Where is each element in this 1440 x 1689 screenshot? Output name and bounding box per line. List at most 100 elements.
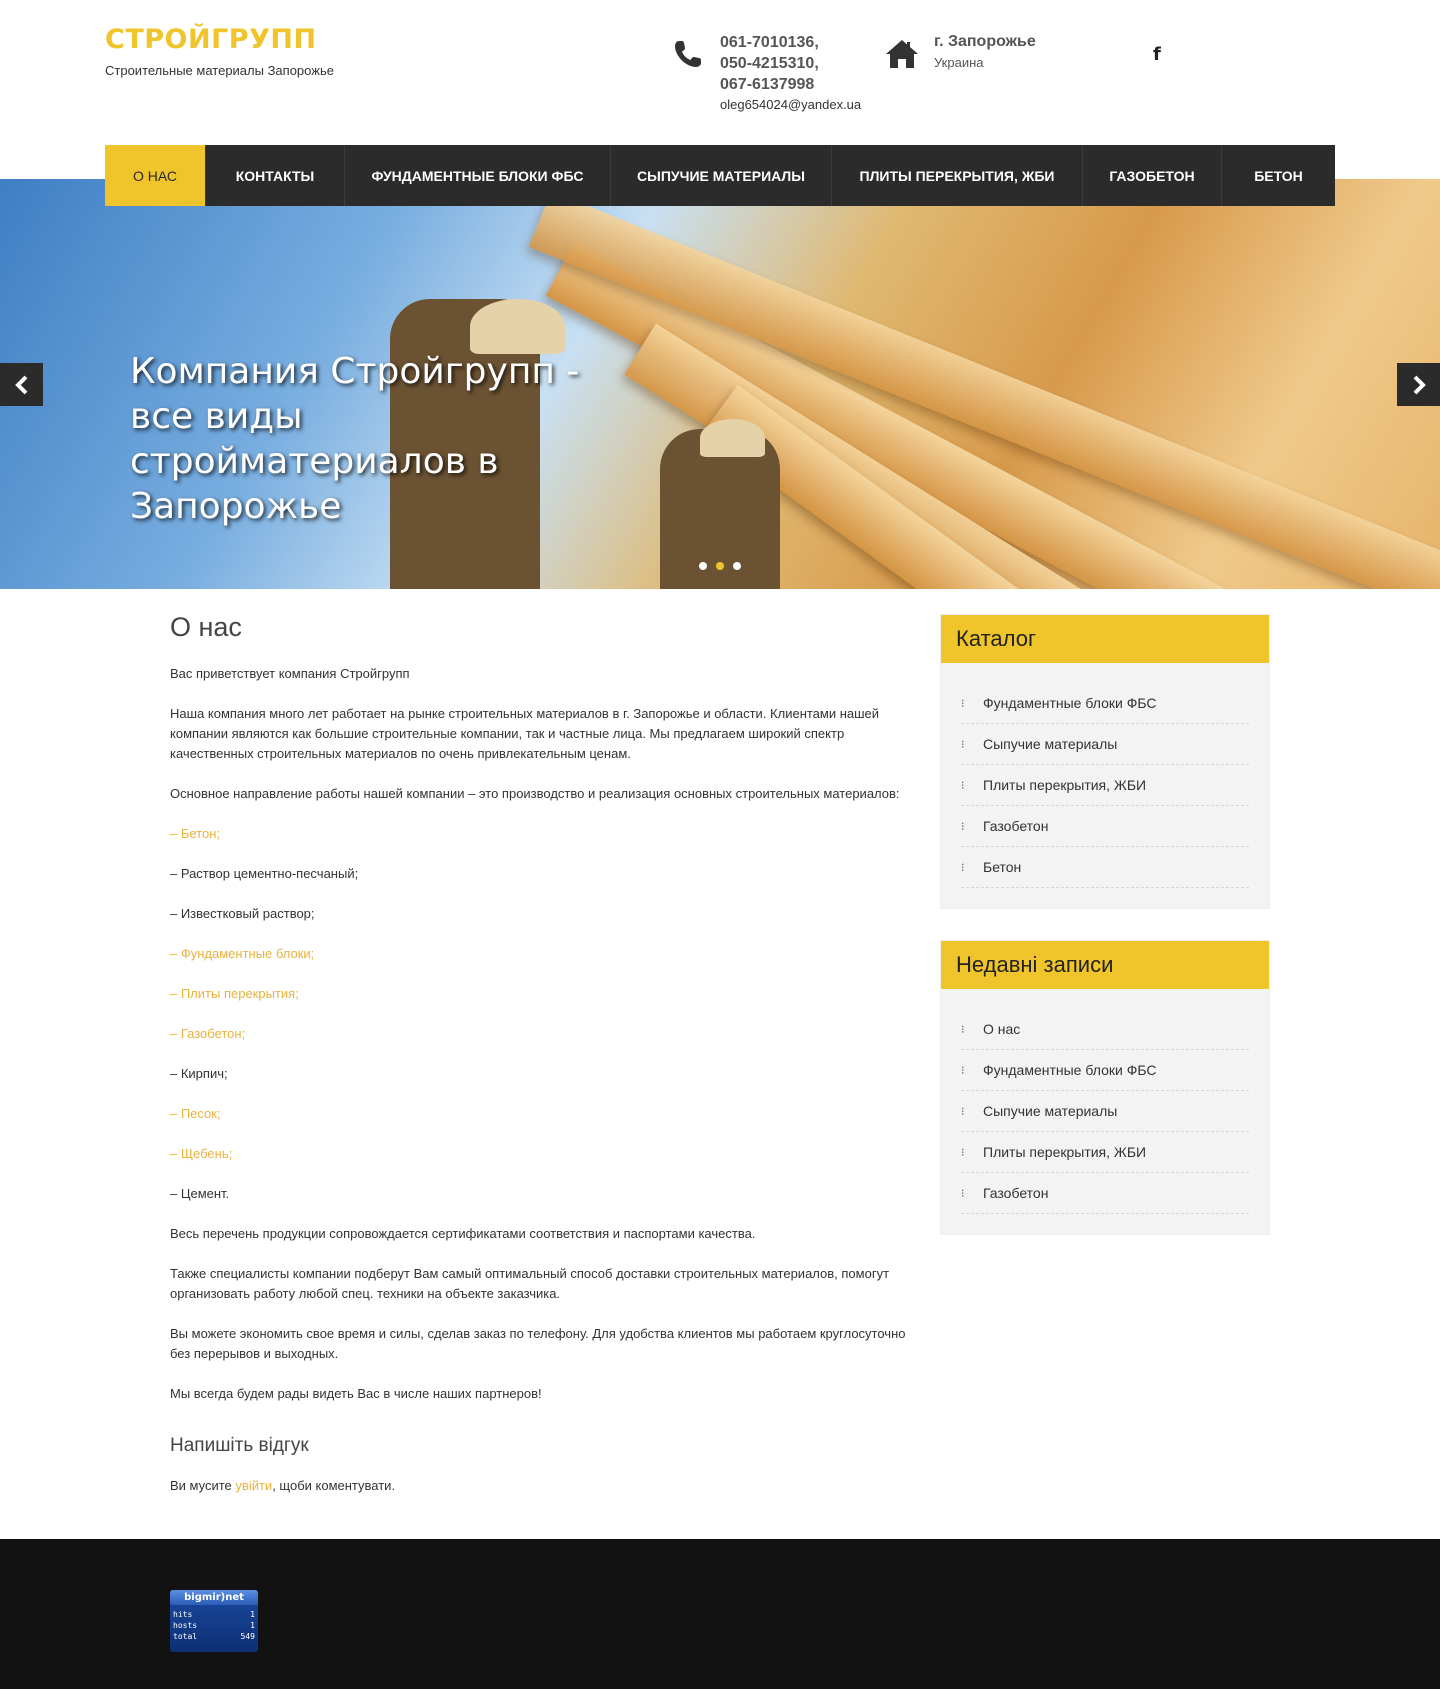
material-item: – Цемент. xyxy=(170,1186,230,1201)
counter-label: hits xyxy=(173,1610,193,1619)
facebook-icon[interactable]: f xyxy=(1153,44,1161,65)
paragraph: Также специалисты компании подберут Вам … xyxy=(170,1266,890,1301)
catalog-item[interactable]: ⁝ Сыпучие материалы xyxy=(961,724,1249,765)
material-link-foundation-blocks[interactable]: – Фундаментные блоки; xyxy=(170,944,910,964)
material-link-sand[interactable]: – Песок; xyxy=(170,1104,910,1124)
chevron-left-icon xyxy=(14,375,27,394)
widget-title: Недавні записи xyxy=(941,941,1269,989)
reply-text-after: , щоби коментувати. xyxy=(272,1478,396,1493)
paragraph: Основное направление работы нашей компан… xyxy=(170,786,900,801)
phone-number[interactable]: 067-6137998 xyxy=(720,74,819,95)
recent-post-label: Сыпучие материалы xyxy=(983,1103,1118,1119)
login-link[interactable]: увійти xyxy=(235,1478,272,1493)
catalog-item[interactable]: ⁝ Бетон xyxy=(961,847,1249,888)
hero-caption: Компания Стройгрупп - все виды строймате… xyxy=(130,351,580,527)
recent-post-label: О нас xyxy=(983,1021,1021,1037)
catalog-item[interactable]: ⁝ Газобетон xyxy=(961,806,1249,847)
catalog-item[interactable]: ⁝ Фундаментные блоки ФБС xyxy=(961,683,1249,724)
recent-post-item[interactable]: ⁝ Газобетон xyxy=(961,1173,1249,1214)
slider-dot-active[interactable] xyxy=(716,562,724,570)
main-nav: О НАС КОНТАКТЫ ФУНДАМЕНТНЫЕ БЛОКИ ФБС СЫ… xyxy=(105,145,1335,206)
paragraph: Весь перечень продукции сопровождается с… xyxy=(170,1226,756,1241)
hero-image-helmet xyxy=(470,299,565,354)
paragraph: Вы можете экономить свое время и силы, с… xyxy=(170,1326,906,1361)
chevron-right-icon: ⁝ xyxy=(961,861,965,874)
counter-label: total xyxy=(173,1632,198,1641)
city: г. Запорожье xyxy=(934,33,1036,50)
reply-text-before: Ви мусите xyxy=(170,1478,236,1493)
recent-post-item[interactable]: ⁝ О нас xyxy=(961,1009,1249,1050)
catalog-list: ⁝ Фундаментные блоки ФБС ⁝ Сыпучие материа… xyxy=(941,663,1269,908)
phone-number[interactable]: 061-7010136, xyxy=(720,32,819,53)
catalog-item-label: Бетон xyxy=(983,859,1022,875)
counter-brand: bigmir)net xyxy=(170,1590,258,1605)
bigmir-counter[interactable]: bigmir)net hits 1 hosts 1 total 549 xyxy=(170,1590,258,1652)
phone-icon xyxy=(675,41,701,67)
chevron-right-icon: ⁝ xyxy=(961,1023,965,1036)
phone-numbers: 061-7010136, 050-4215310, 067-6137998 xyxy=(720,32,819,95)
hero-image-helmet xyxy=(700,419,765,457)
material-link-concrete[interactable]: – Бетон; xyxy=(170,824,910,844)
widget-title: Каталог xyxy=(941,615,1269,663)
slider-dots xyxy=(699,562,741,570)
nav-item-bulk-materials[interactable]: СЫПУЧИЕ МАТЕРИАЛЫ xyxy=(611,145,832,206)
recent-post-label: Газобетон xyxy=(983,1185,1049,1201)
material-item: – Раствор цементно-песчаный; xyxy=(170,866,359,881)
catalog-widget: Каталог ⁝ Фундаментные блоки ФБС ⁝ Сыпучие… xyxy=(940,614,1270,909)
paragraph: Мы всегда будем рады видеть Вас в числе … xyxy=(170,1386,542,1401)
catalog-item-label: Фундаментные блоки ФБС xyxy=(983,695,1157,711)
material-link-aerated-concrete[interactable]: – Газобетон; xyxy=(170,1024,910,1044)
reply-title: Напишіть відгук xyxy=(170,1435,309,1456)
nav-item-concrete[interactable]: БЕТОН xyxy=(1222,145,1335,206)
material-link-floor-slabs[interactable]: – Плиты перекрытия; xyxy=(170,984,910,1004)
chevron-right-icon xyxy=(1413,375,1426,394)
hero-slider: Компания Стройгрупп - все виды строймате… xyxy=(0,179,1440,589)
slider-prev-button[interactable] xyxy=(0,363,43,406)
country: Украина xyxy=(934,55,984,70)
slider-dot[interactable] xyxy=(733,562,741,570)
recent-post-item[interactable]: ⁝ Фундаментные блоки ФБС xyxy=(961,1050,1249,1091)
material-item: – Кирпич; xyxy=(170,1066,228,1081)
catalog-item[interactable]: ⁝ Плиты перекрытия, ЖБИ xyxy=(961,765,1249,806)
chevron-right-icon: ⁝ xyxy=(961,1064,965,1077)
material-item: – Известковый раствор; xyxy=(170,906,315,921)
recent-post-item[interactable]: ⁝ Плиты перекрытия, ЖБИ xyxy=(961,1132,1249,1173)
chevron-right-icon: ⁝ xyxy=(961,1146,965,1159)
slider-dot[interactable] xyxy=(699,562,707,570)
paragraph: Наша компания много лет работает на рынк… xyxy=(170,706,880,761)
paragraph: Вас приветствует компания Стройгрупп xyxy=(170,666,410,681)
article-content: Вас приветствует компания Стройгрупп Наш… xyxy=(170,664,910,1516)
counter-value: 549 xyxy=(240,1632,255,1641)
catalog-item-label: Плиты перекрытия, ЖБИ xyxy=(983,777,1147,793)
recent-post-label: Плиты перекрытия, ЖБИ xyxy=(983,1144,1147,1160)
reply-login-notice: Ви мусите увійти, щоби коментувати. xyxy=(170,1476,910,1496)
chevron-right-icon: ⁝ xyxy=(961,738,965,751)
email-link[interactable]: oleg654024@yandex.ua xyxy=(720,97,861,112)
counter-value: 1 xyxy=(250,1610,255,1619)
chevron-right-icon: ⁝ xyxy=(961,1187,965,1200)
slider-next-button[interactable] xyxy=(1397,363,1440,406)
chevron-right-icon: ⁝ xyxy=(961,697,965,710)
recent-post-label: Фундаментные блоки ФБС xyxy=(983,1062,1157,1078)
counter-row: hosts 1 xyxy=(170,1620,258,1631)
chevron-right-icon: ⁝ xyxy=(961,1105,965,1118)
nav-item-about[interactable]: О НАС xyxy=(105,145,206,206)
nav-item-aerated-concrete[interactable]: ГАЗОБЕТОН xyxy=(1083,145,1222,206)
chevron-right-icon: ⁝ xyxy=(961,820,965,833)
phone-number[interactable]: 050-4215310, xyxy=(720,53,819,74)
site-description: Строительные материалы Запорожье xyxy=(105,63,334,78)
counter-value: 1 xyxy=(250,1621,255,1630)
nav-item-floor-slabs[interactable]: ПЛИТЫ ПЕРЕКРЫТИЯ, ЖБИ xyxy=(832,145,1083,206)
recent-posts-widget: Недавні записи ⁝ О нас ⁝ Фундаментные блок… xyxy=(940,940,1270,1235)
nav-item-fbs-blocks[interactable]: ФУНДАМЕНТНЫЕ БЛОКИ ФБС xyxy=(345,145,611,206)
home-icon xyxy=(886,40,918,68)
catalog-item-label: Газобетон xyxy=(983,818,1049,834)
material-link-gravel[interactable]: – Щебень; xyxy=(170,1144,910,1164)
counter-row: total 549 xyxy=(170,1631,258,1642)
page-title: О нас xyxy=(170,612,242,642)
site-title[interactable]: СТРОЙГРУПП xyxy=(105,24,317,55)
chevron-right-icon: ⁝ xyxy=(961,779,965,792)
counter-label: hosts xyxy=(173,1621,198,1630)
nav-item-contacts[interactable]: КОНТАКТЫ xyxy=(206,145,345,206)
recent-post-item[interactable]: ⁝ Сыпучие материалы xyxy=(961,1091,1249,1132)
